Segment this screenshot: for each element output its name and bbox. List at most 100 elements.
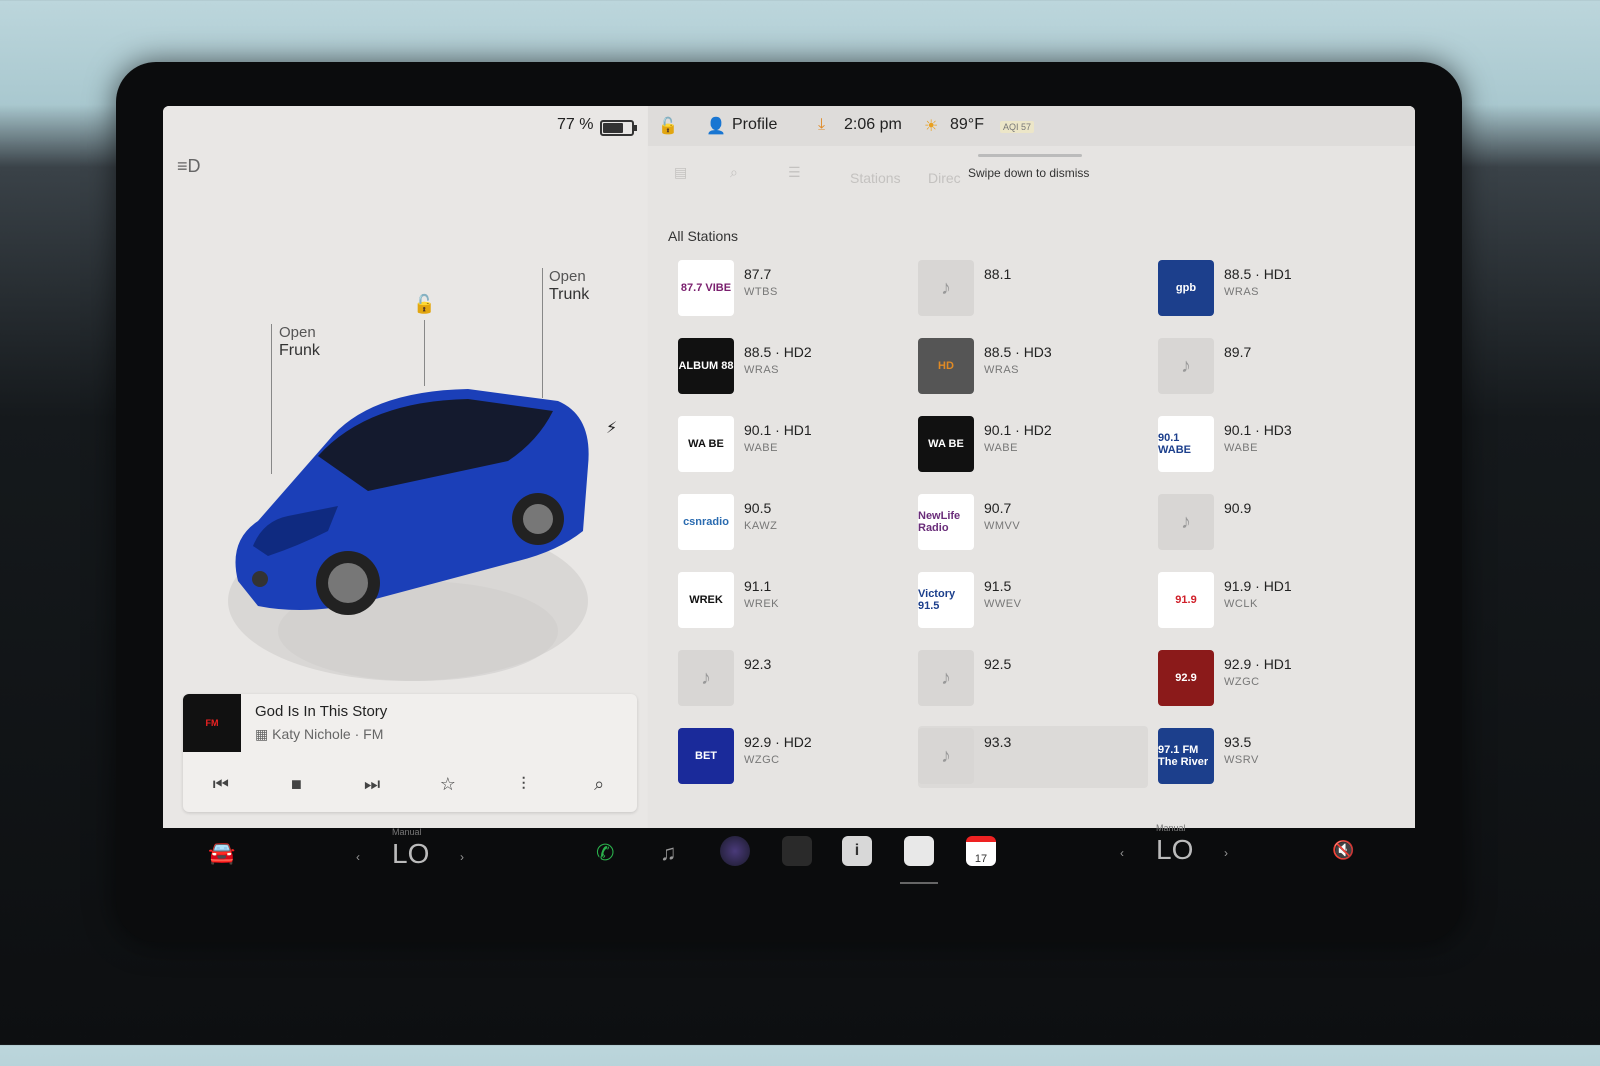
energy-app-icon[interactable] [904, 836, 934, 866]
driver-temp[interactable]: Manual LO [392, 827, 430, 870]
list-icon[interactable]: ☰ [788, 164, 801, 181]
station-frequency: 91.5 [984, 578, 1012, 594]
music-note-icon: ♪ [1158, 338, 1214, 394]
open-trunk-button[interactable]: Open Trunk [549, 268, 589, 304]
car-icon[interactable]: 🚘 [208, 840, 235, 866]
favorite-star-icon[interactable]: ☆ [428, 774, 468, 795]
radio-source-icon: ▦ [255, 726, 273, 742]
station-item[interactable]: csnradio 90.5 KAWZ [678, 492, 908, 554]
lock-status-icon[interactable]: 🔓 [658, 116, 678, 136]
aqi-badge: AQI 57 [1000, 121, 1035, 133]
station-item[interactable]: HD 88.5 · HD3 WRAS [918, 336, 1148, 398]
camera-icon[interactable] [720, 836, 750, 866]
station-logo: HD [918, 338, 974, 394]
tab-direct[interactable]: Direc [928, 170, 961, 186]
phone-icon[interactable]: ✆ [596, 840, 614, 866]
station-item[interactable]: gpb 88.5 · HD1 WRAS [1158, 258, 1388, 320]
stop-icon[interactable]: ■ [276, 774, 316, 795]
left-temp-down-icon[interactable]: ‹ [356, 850, 360, 864]
equalizer-icon[interactable]: ⫶ [503, 774, 543, 795]
media-player[interactable]: FM God Is In This Story ▦ Katy Nichole ·… [183, 694, 637, 812]
station-frequency: 90.1 · HD3 [1224, 422, 1292, 438]
station-callsign: WTBS [744, 286, 778, 298]
station-item[interactable]: ♪ 93.3 [918, 726, 1148, 788]
station-callsign: WCLK [1224, 598, 1258, 610]
station-logo: WA BE [918, 416, 974, 472]
station-frequency: 92.5 [984, 656, 1012, 672]
station-item[interactable]: ♪ 90.9 [1158, 492, 1388, 554]
song-title: God Is In This Story [255, 703, 388, 720]
driver-temp-value: LO [392, 838, 430, 869]
station-frequency: 92.9 · HD1 [1224, 656, 1292, 672]
station-item[interactable]: 97.1 FM The River 93.5 WSRV [1158, 726, 1388, 788]
frunk-label-top: Open [279, 324, 316, 341]
station-callsign: WZGC [1224, 676, 1260, 688]
station-callsign: WRAS [1224, 286, 1259, 298]
active-app-indicator [900, 882, 938, 884]
album-art: FM [183, 694, 241, 752]
radio-browser: 🔓 👤 Profile ⤓ 2:06 pm ☀ 89°F AQI 57 ▤ ⌕ … [648, 106, 1415, 828]
unlock-icon[interactable]: 🔓 [413, 294, 435, 315]
dismiss-handle[interactable] [978, 154, 1082, 157]
station-callsign: WSRV [1224, 754, 1259, 766]
car-panel: ≡D 77 % Open Frunk Open Trunk 🔓 ⚡ FM God… [163, 106, 647, 828]
toybox-icon[interactable] [782, 836, 812, 866]
open-frunk-button[interactable]: Open Frunk [279, 324, 320, 360]
station-logo: 92.9 [1158, 650, 1214, 706]
station-item[interactable]: ♪ 92.3 [678, 648, 908, 710]
station-item[interactable]: NewLife Radio 90.7 WMVV [918, 492, 1148, 554]
right-temp-down-icon[interactable]: ‹ [1120, 846, 1124, 860]
calendar-day: 17 [974, 853, 988, 865]
station-logo: Victory 91.5 [918, 572, 974, 628]
frunk-label-bottom: Frunk [279, 342, 320, 359]
tab-stations[interactable]: Stations [850, 170, 901, 186]
station-item[interactable]: 90.1 WABE 90.1 · HD3 WABE [1158, 414, 1388, 476]
station-item[interactable]: WREK 91.1 WREK [678, 570, 908, 632]
station-item[interactable]: ♪ 88.1 [918, 258, 1148, 320]
station-frequency: 88.5 · HD3 [984, 344, 1052, 360]
calendar-icon[interactable]: 17 [966, 836, 996, 866]
profile-icon[interactable]: 👤 [706, 116, 726, 136]
station-item[interactable]: BET 92.9 · HD2 WZGC [678, 726, 908, 788]
search-icon[interactable]: ⌕ [579, 774, 619, 795]
passenger-temp-value: LO [1156, 834, 1194, 865]
tab-search-icon[interactable]: ⌕ [730, 164, 738, 181]
passenger-temp-mode: Manual [1156, 823, 1186, 833]
station-frequency: 87.7 [744, 266, 772, 282]
artist-label: Katy Nichole · FM [272, 726, 384, 742]
volume-mute-icon[interactable]: 🔇 [1332, 840, 1354, 861]
section-title: All Stations [668, 228, 739, 244]
previous-track-icon[interactable]: ⏮ [201, 774, 241, 795]
station-logo: 87.7 VIBE [678, 260, 734, 316]
radio-icon[interactable]: ▤ [674, 164, 687, 181]
driver-temp-mode: Manual [392, 827, 422, 837]
station-item[interactable]: ♪ 89.7 [1158, 336, 1388, 398]
music-icon[interactable]: ♫ [660, 840, 677, 866]
station-frequency: 91.1 [744, 578, 772, 594]
headlight-icon[interactable]: ≡D [177, 156, 201, 177]
music-note-icon: ♪ [678, 650, 734, 706]
station-frequency: 88.1 [984, 266, 1012, 282]
station-item[interactable]: WA BE 90.1 · HD2 WABE [918, 414, 1148, 476]
touchscreen: ≡D 77 % Open Frunk Open Trunk 🔓 ⚡ FM God… [163, 106, 1415, 828]
download-icon[interactable]: ⤓ [818, 116, 825, 134]
station-item[interactable]: ♪ 92.5 [918, 648, 1148, 710]
station-item[interactable]: 87.7 VIBE 87.7 WTBS [678, 258, 908, 320]
station-callsign: WRAS [744, 364, 779, 376]
station-item[interactable]: WA BE 90.1 · HD1 WABE [678, 414, 908, 476]
station-callsign: WREK [744, 598, 779, 610]
passenger-temp[interactable]: Manual LO [1156, 823, 1194, 866]
station-item[interactable]: ALBUM 88 88.5 · HD2 WRAS [678, 336, 908, 398]
station-frequency: 90.5 [744, 500, 772, 516]
station-callsign: WABE [1224, 442, 1258, 454]
station-item[interactable]: 91.9 91.9 · HD1 WCLK [1158, 570, 1388, 632]
station-callsign: KAWZ [744, 520, 778, 532]
station-callsign: WZGC [744, 754, 780, 766]
profile-label[interactable]: Profile [732, 116, 777, 134]
station-item[interactable]: 92.9 92.9 · HD1 WZGC [1158, 648, 1388, 710]
left-temp-up-icon[interactable]: › [460, 850, 464, 864]
station-item[interactable]: Victory 91.5 91.5 WWEV [918, 570, 1148, 632]
next-track-icon[interactable]: ⏭ [352, 774, 392, 795]
right-temp-up-icon[interactable]: › [1224, 846, 1228, 860]
manual-info-icon[interactable]: i [842, 836, 872, 866]
